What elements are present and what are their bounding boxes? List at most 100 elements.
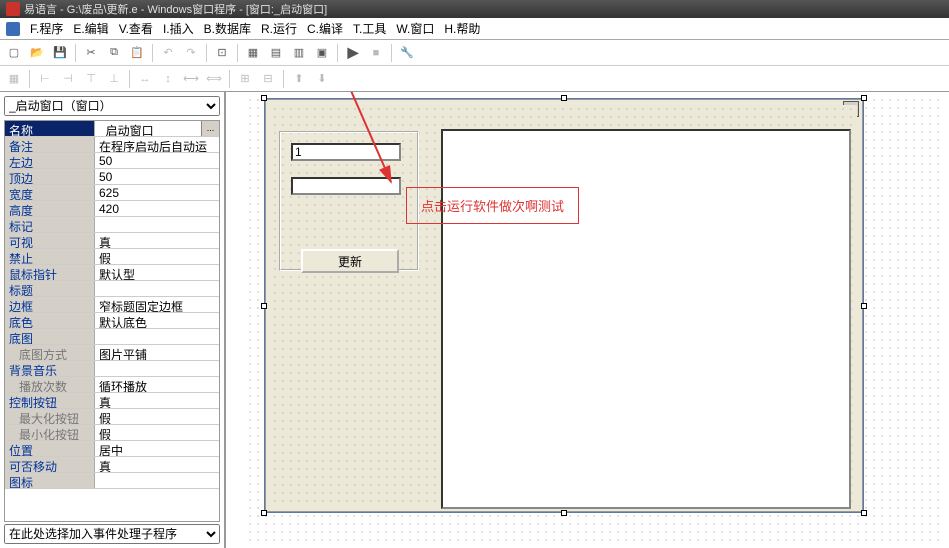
layout2-icon[interactable]: ▤ [266,43,286,63]
prop-value[interactable]: 默认底色 [95,313,219,328]
run-icon[interactable]: ▶ [343,43,363,63]
menu-edit[interactable]: E.编辑 [73,20,108,37]
prop-value[interactable]: 默认型 [95,265,219,280]
prop-row-可否移动[interactable]: 可否移动真 [5,457,219,473]
design-surface[interactable]: 更新 点击运行软件做次啊测试 [226,92,949,548]
align-top-icon[interactable]: ⊥ [104,69,124,89]
prop-value[interactable] [95,281,219,296]
update-button[interactable]: 更新 [301,249,399,273]
prop-row-位置[interactable]: 位置居中 [5,441,219,457]
prop-value[interactable]: 假 [95,425,219,440]
prop-value[interactable]: 420 [95,201,219,216]
grid-icon[interactable]: ▦ [4,69,24,89]
debug-icon[interactable]: 🔧 [397,43,417,63]
paste-icon[interactable]: 📋 [127,43,147,63]
prop-row-可视[interactable]: 可视真 [5,233,219,249]
prop-row-标记[interactable]: 标记 [5,217,219,233]
designed-window[interactable]: 更新 [264,98,864,513]
copy-icon[interactable]: ⧉ [104,43,124,63]
center-v-icon[interactable]: ⊟ [258,69,278,89]
stop-icon[interactable]: ■ [366,43,386,63]
menu-help[interactable]: H.帮助 [444,20,480,37]
menu-database[interactable]: B.数据库 [204,20,251,37]
prop-value[interactable] [95,361,219,376]
prop-value[interactable]: 真 [95,393,219,408]
align-right-icon[interactable]: ⊤ [81,69,101,89]
prop-row-播放次数[interactable]: 播放次数循环播放 [5,377,219,393]
menu-run[interactable]: R.运行 [261,20,297,37]
prop-value[interactable] [95,473,219,488]
prop-label: 位置 [5,441,95,456]
prop-row-左边[interactable]: 左边50 [5,153,219,169]
prop-value[interactable] [95,217,219,232]
prop-value[interactable]: 在程序启动后自动运 [95,137,219,152]
send-back-icon[interactable]: ⬇ [312,69,332,89]
prop-label: 最小化按钮 [5,425,95,440]
prop-value[interactable]: 循环播放 [95,377,219,392]
prop-row-底图[interactable]: 底图 [5,329,219,345]
prop-value[interactable]: 真 [95,233,219,248]
dist-v-icon[interactable]: ↕ [158,69,178,89]
menu-compile[interactable]: C.编译 [307,20,343,37]
find-icon[interactable]: ⊡ [212,43,232,63]
center-h-icon[interactable]: ⊞ [235,69,255,89]
menu-window[interactable]: W.窗口 [396,20,434,37]
same-h-icon[interactable]: ⟺ [204,69,224,89]
prop-value[interactable]: 居中 [95,441,219,456]
prop-value[interactable]: 假 [95,249,219,264]
prop-value[interactable] [95,329,219,344]
prop-row-鼠标指针[interactable]: 鼠标指针默认型 [5,265,219,281]
prop-value[interactable]: 625 [95,185,219,200]
menu-view[interactable]: V.查看 [119,20,153,37]
layout1-icon[interactable]: ▦ [243,43,263,63]
dist-h-icon[interactable]: ↔ [135,69,155,89]
align-center-icon[interactable]: ⊣ [58,69,78,89]
prop-row-禁止[interactable]: 禁止假 [5,249,219,265]
property-grid[interactable]: 名称_启动窗口...备注在程序启动后自动运左边50顶边50宽度625高度420标… [4,120,220,522]
align-left-icon[interactable]: ⊢ [35,69,55,89]
same-w-icon[interactable]: ⟷ [181,69,201,89]
prop-row-标题[interactable]: 标题 [5,281,219,297]
prop-value[interactable]: 真 [95,457,219,472]
prop-row-边框[interactable]: 边框窄标题固定边框 [5,297,219,313]
prop-value[interactable]: _启动窗口 [95,121,201,136]
title-text: 易语言 - G:\废品\更新.e - Windows窗口程序 - [窗口:_启动… [24,1,327,17]
prop-row-高度[interactable]: 高度420 [5,201,219,217]
prop-value[interactable]: 图片平铺 [95,345,219,360]
prop-row-底图方式[interactable]: 底图方式图片平铺 [5,345,219,361]
prop-label: 底色 [5,313,95,328]
save-icon[interactable]: 💾 [50,43,70,63]
prop-value[interactable]: 假 [95,409,219,424]
layout4-icon[interactable]: ▣ [312,43,332,63]
undo-icon[interactable]: ↶ [158,43,178,63]
prop-edit-button[interactable]: ... [201,121,219,136]
prop-value[interactable]: 窄标题固定边框 [95,297,219,312]
prop-row-最小化按钮[interactable]: 最小化按钮假 [5,425,219,441]
redo-icon[interactable]: ↷ [181,43,201,63]
prop-row-图标[interactable]: 图标 [5,473,219,489]
prop-row-控制按钮[interactable]: 控制按钮真 [5,393,219,409]
menu-program[interactable]: F.程序 [30,20,63,37]
prop-row-名称[interactable]: 名称_启动窗口... [5,121,219,137]
bring-front-icon[interactable]: ⬆ [289,69,309,89]
new-icon[interactable]: ▢ [4,43,24,63]
group-panel[interactable]: 更新 [279,131,419,271]
prop-row-顶边[interactable]: 顶边50 [5,169,219,185]
prop-row-背景音乐[interactable]: 背景音乐 [5,361,219,377]
prop-value[interactable]: 50 [95,153,219,168]
cut-icon[interactable]: ✂ [81,43,101,63]
prop-row-备注[interactable]: 备注在程序启动后自动运 [5,137,219,153]
event-selector[interactable]: 在此处选择加入事件处理子程序 [4,524,220,544]
prop-row-底色[interactable]: 底色默认底色 [5,313,219,329]
menu-tools[interactable]: T.工具 [353,20,386,37]
textbox-1[interactable] [291,143,401,161]
menu-insert[interactable]: I.插入 [163,20,194,37]
output-textbox[interactable] [441,129,851,509]
textbox-2[interactable] [291,177,401,195]
prop-row-宽度[interactable]: 宽度625 [5,185,219,201]
object-selector[interactable]: _启动窗口（窗口） [4,96,220,116]
layout3-icon[interactable]: ▥ [289,43,309,63]
prop-value[interactable]: 50 [95,169,219,184]
open-icon[interactable]: 📂 [27,43,47,63]
prop-row-最大化按钮[interactable]: 最大化按钮假 [5,409,219,425]
